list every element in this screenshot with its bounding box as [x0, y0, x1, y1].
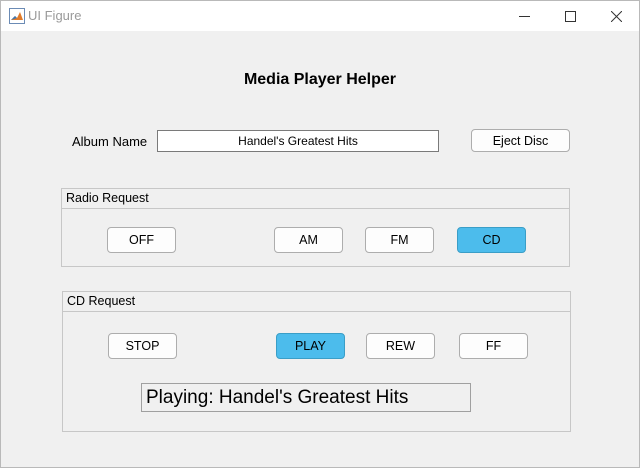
eject-disc-button[interactable]: Eject Disc	[471, 129, 570, 152]
close-icon	[610, 10, 622, 22]
cd-play-button[interactable]: PLAY	[276, 333, 345, 359]
maximize-button[interactable]	[547, 1, 593, 31]
title-bar[interactable]: UI Figure	[1, 1, 639, 31]
close-button[interactable]	[593, 1, 639, 31]
playback-status-text: Playing: Handel's Greatest Hits	[141, 383, 471, 412]
figure-content: Media Player Helper Album Name Eject Dis…	[1, 31, 639, 467]
radio-request-title: Radio Request	[62, 189, 569, 209]
maximize-icon	[564, 10, 576, 22]
cd-request-title: CD Request	[63, 292, 570, 312]
cd-fast-forward-button[interactable]: FF	[459, 333, 528, 359]
cd-rewind-button[interactable]: REW	[366, 333, 435, 359]
app-window: UI Figure Media Player Helper Album Name…	[0, 0, 640, 468]
matlab-app-icon	[9, 8, 25, 24]
window-title: UI Figure	[28, 8, 82, 23]
radio-fm-button[interactable]: FM	[365, 227, 434, 253]
album-name-label: Album Name	[72, 134, 148, 149]
radio-request-panel: Radio Request OFF AM FM CD	[61, 188, 570, 267]
radio-am-button[interactable]: AM	[274, 227, 343, 253]
page-title: Media Player Helper	[243, 71, 397, 88]
radio-cd-button[interactable]: CD	[457, 227, 526, 253]
radio-off-button[interactable]: OFF	[107, 227, 176, 253]
minimize-button[interactable]	[501, 1, 547, 31]
album-name-field[interactable]	[157, 130, 439, 152]
cd-stop-button[interactable]: STOP	[108, 333, 177, 359]
minimize-icon	[518, 15, 530, 17]
